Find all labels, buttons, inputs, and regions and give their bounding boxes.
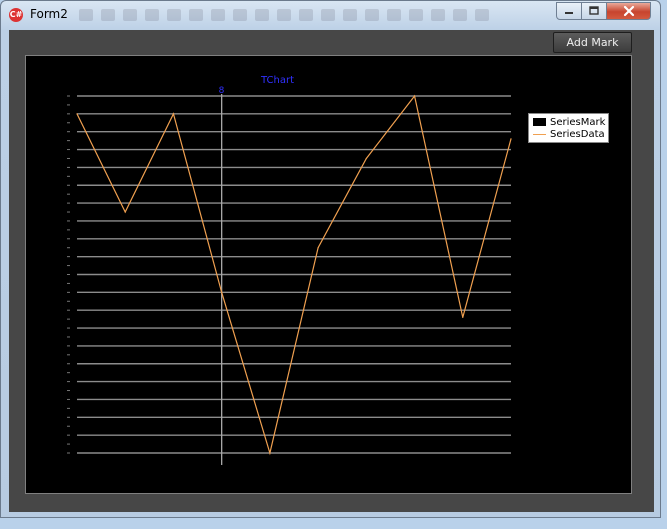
main-window: C# Form2 Add Mark TChart 8 SeriesMark Se… [0, 0, 661, 518]
legend-item-seriesmark: SeriesMark [533, 116, 605, 128]
data-point [462, 316, 464, 318]
window-title: Form2 [30, 7, 68, 21]
data-point [172, 113, 175, 115]
mark-line-label: 8 [218, 86, 225, 96]
data-point [365, 157, 367, 160]
chart-legend: SeriesMark SeriesData [528, 113, 609, 143]
app-icon[interactable]: C# [9, 8, 23, 22]
client-area: Add Mark TChart 8 SeriesMark SeriesData [9, 30, 654, 512]
legend-label-seriesmark: SeriesMark [550, 116, 606, 128]
data-point [317, 247, 319, 249]
background-toolbar [79, 9, 539, 23]
data-point [221, 291, 223, 293]
legend-swatch-seriesdata [533, 133, 546, 135]
data-point [124, 211, 126, 213]
data-point [413, 95, 416, 97]
legend-item-seriesdata: SeriesData [533, 128, 605, 140]
add-mark-button[interactable]: Add Mark [553, 32, 632, 53]
data-point [269, 452, 271, 454]
close-button[interactable] [606, 2, 651, 20]
data-point [76, 113, 78, 115]
title-bar[interactable]: C# Form2 [1, 1, 660, 29]
legend-label-seriesdata: SeriesData [550, 128, 605, 140]
maximize-button[interactable] [581, 2, 607, 20]
maximize-icon [589, 6, 599, 15]
close-icon [623, 5, 634, 17]
tchart-panel[interactable]: TChart 8 SeriesMark SeriesData [25, 55, 632, 494]
chart-title: TChart [261, 75, 295, 86]
minimize-button[interactable] [556, 2, 582, 20]
data-point [510, 138, 512, 140]
minimize-icon [565, 12, 573, 14]
legend-swatch-seriesmark [533, 118, 546, 126]
